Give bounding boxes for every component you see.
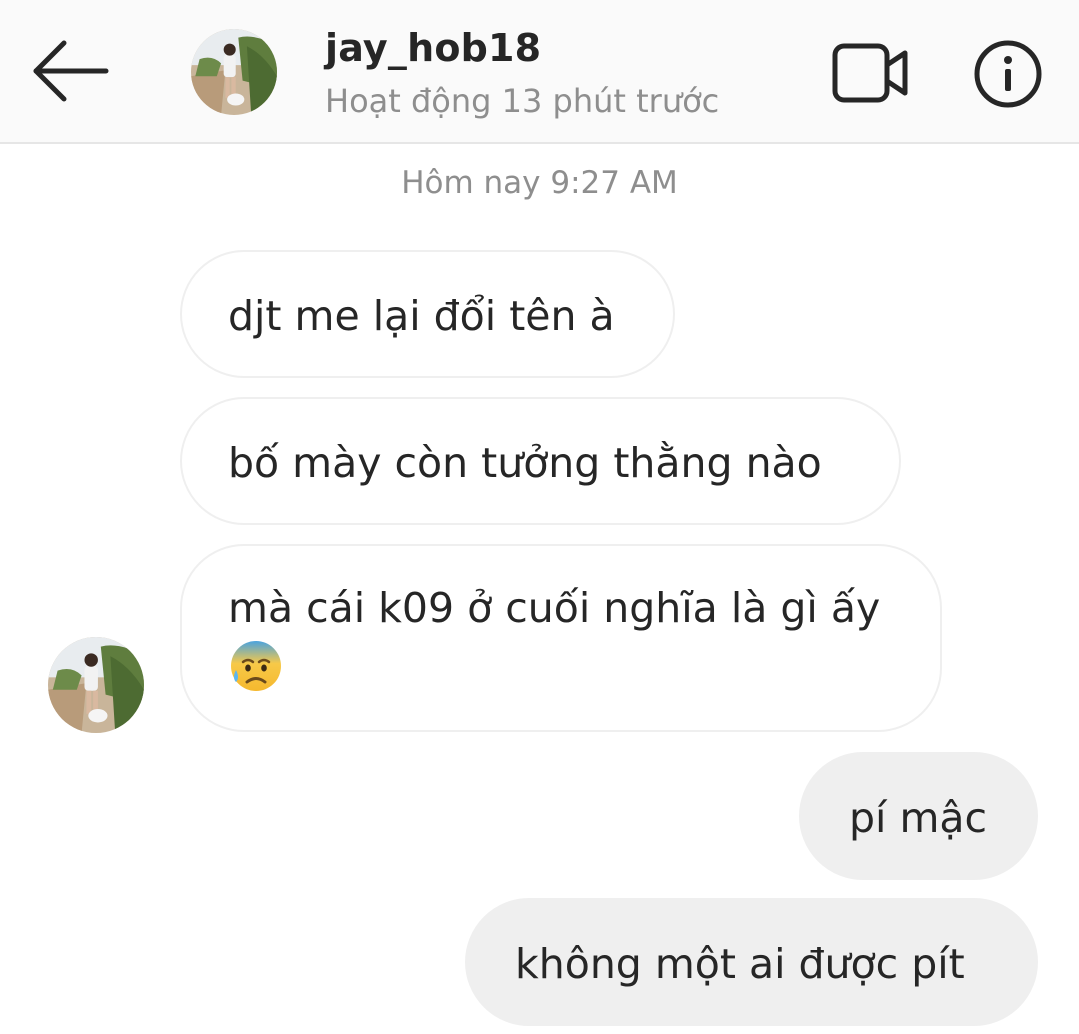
avatar-photo bbox=[48, 637, 144, 733]
outgoing-message-bubble[interactable]: không một ai được pít bbox=[465, 898, 1038, 1026]
contact-avatar[interactable] bbox=[191, 29, 277, 115]
contact-username[interactable]: jay_hob18 bbox=[325, 26, 541, 70]
message-text: mà cái k09 ở cuối nghĩa là gì ấy bbox=[228, 584, 881, 632]
activity-status: Hoạt động 13 phút trước bbox=[325, 82, 720, 120]
incoming-message-bubble[interactable]: mà cái k09 ở cuối nghĩa là gì ấy bbox=[180, 544, 942, 732]
chat-header: jay_hob18 Hoạt động 13 phút trước bbox=[0, 0, 1079, 144]
anxious-face-with-sweat-icon bbox=[228, 638, 284, 694]
info-button[interactable] bbox=[972, 38, 1044, 110]
avatar-photo bbox=[191, 29, 277, 115]
message-timestamp: Hôm nay 9:27 AM bbox=[401, 165, 678, 201]
incoming-message-bubble[interactable]: djt me lại đổi tên à bbox=[180, 250, 675, 378]
sender-avatar[interactable] bbox=[48, 637, 144, 733]
video-call-icon bbox=[832, 43, 908, 103]
outgoing-message-bubble[interactable]: pí mậc bbox=[799, 752, 1038, 880]
message-text: pí mậc bbox=[849, 794, 988, 842]
incoming-message-bubble[interactable]: bố mày còn tưởng thằng nào bbox=[180, 397, 901, 525]
arrow-left-icon bbox=[33, 40, 109, 102]
info-icon bbox=[974, 40, 1042, 108]
message-text: djt me lại đổi tên à bbox=[228, 292, 615, 340]
message-text: không một ai được pít bbox=[515, 940, 965, 988]
video-call-button[interactable] bbox=[830, 40, 910, 106]
back-button[interactable] bbox=[28, 36, 112, 106]
message-text: bố mày còn tưởng thằng nào bbox=[228, 439, 822, 487]
